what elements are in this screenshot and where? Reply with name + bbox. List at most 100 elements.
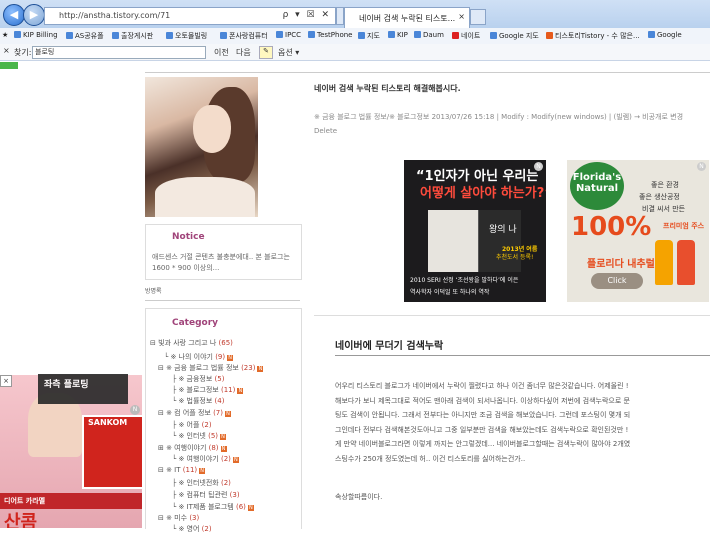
favorite-link[interactable]: KIP Billing <box>14 31 58 39</box>
status-badge <box>0 62 18 69</box>
favorite-icon <box>452 32 459 39</box>
favorite-icon <box>166 32 173 39</box>
browser-titlebar: ◀ ▶ http://anstha.tistory.com/71 ρ ▾ ☒ ✕… <box>0 0 710 28</box>
ad-info-icon[interactable]: N <box>697 162 706 171</box>
book-image <box>428 210 478 272</box>
favorite-icon <box>490 32 497 39</box>
favorite-link[interactable]: 폰사랑컴퓨터 <box>220 31 268 41</box>
floating-ad-close-button[interactable]: × <box>0 375 12 387</box>
highlight-icon[interactable]: ✎ <box>259 46 273 59</box>
floating-tooltip: 좌측 플로팅 <box>38 374 128 404</box>
notice-title: Notice <box>172 232 205 242</box>
category-item[interactable]: ⊞ ※ 여행이야기 (8) N <box>158 443 227 453</box>
favorite-link[interactable]: Google <box>648 31 682 39</box>
ad-headline: 어떻게 살아야 하는가?” <box>420 186 546 201</box>
new-badge: N <box>257 366 264 372</box>
category-item[interactable]: └ ※ 영어 (2) <box>172 524 212 534</box>
back-button[interactable]: ◀ <box>3 4 25 26</box>
favorite-link[interactable]: 출장게시판 <box>112 31 153 41</box>
favorites-star-icon[interactable]: ★ <box>2 31 8 39</box>
category-item[interactable]: ⊟ ※ 컴 어플 정보 (7) N <box>158 408 231 418</box>
ad-text: 좋은 환경 <box>651 181 679 189</box>
ad-footer: 역사학자 이덕일 또 하나의 역작 <box>410 289 490 296</box>
find-label: 찾기: <box>14 48 32 57</box>
category-item[interactable]: └ ※ 나의 이야기 (9) N <box>164 352 234 362</box>
favorite-link[interactable]: AS공유폴 <box>66 31 104 41</box>
new-badge: N <box>227 355 234 361</box>
notice-text[interactable]: 애드센스 거절 콘텐츠 불충분에대.. 본 블로그는 1600 * 900 이상… <box>152 252 297 274</box>
tab-close-button[interactable]: × <box>458 12 465 21</box>
juice-ad[interactable]: Florida's Natural 좋은 환경 좋은 생산공정 비결 씨서 만든… <box>567 160 709 302</box>
find-next-button[interactable]: 다음 <box>236 47 251 58</box>
bottle-image <box>677 240 695 285</box>
favorite-link[interactable]: Daum <box>414 31 444 39</box>
category-item[interactable]: ├ ※ 어플 (2) <box>172 420 212 430</box>
favorite-icon <box>388 31 395 38</box>
find-prev-button[interactable]: 이전 <box>214 47 229 58</box>
find-close-button[interactable]: × <box>3 46 10 55</box>
ad-bar: 디어트 카라멜 <box>0 493 142 509</box>
book-ad[interactable]: “1인자가 아닌 우리는 어떻게 살아야 하는가?” 왕의 나 2013년 여름… <box>404 160 546 302</box>
new-badge: N <box>237 388 244 394</box>
body-line: 어우리 티스토리 블로그가 네이버에서 누락이 찔렸다고 하나 이건 좀너무 많… <box>335 382 629 390</box>
favorite-icon <box>276 31 283 38</box>
favorite-icon <box>14 31 21 38</box>
post-meta-line[interactable]: ※ 금융 블로그 법률 정보/※ 블로그정보 2013/07/26 15:18 … <box>314 110 710 124</box>
new-tab-button[interactable] <box>470 9 486 25</box>
body-line: 팅도 검색이 안됩니다. 그래서 전부다는 아니지만 조금 검색을 해보았습니다… <box>335 411 631 420</box>
favorite-link[interactable]: 오토몰빌링 <box>166 31 207 41</box>
favorite-link[interactable]: 티스토리Tistory - 수 많은... <box>546 31 640 41</box>
favorite-icon <box>220 32 227 39</box>
ad-info-icon[interactable]: N <box>130 405 140 415</box>
divider <box>145 300 300 301</box>
category-item[interactable]: ⊟ ※ IT (11) N <box>158 466 206 474</box>
delete-link[interactable]: Delete <box>314 124 710 138</box>
post-meta: ※ 금융 블로그 법률 정보/※ 블로그정보 2013/07/26 15:18 … <box>314 110 710 138</box>
address-bar[interactable]: http://anstha.tistory.com/71 ρ ▾ ☒ ✕ <box>44 7 336 25</box>
category-item[interactable]: ⊟ ※ 금융 블로그 법률 정보 (23) N <box>158 363 264 373</box>
ad-big-text: 산콤 <box>4 512 38 528</box>
category-item[interactable]: ├ ※ 인터넷전화 (2) <box>172 478 231 488</box>
category-item[interactable]: ├ ※ 컴퓨터 팁관련 (3) <box>172 490 240 500</box>
post-title[interactable]: 네이버 검색 누락된 티스토리 해결해봅시다. <box>314 83 461 94</box>
category-item[interactable]: ⊟ ※ 미수 (3) <box>158 513 199 523</box>
category-item[interactable]: ├ ※ 블로그정보 (11) N <box>172 385 244 395</box>
favorite-link[interactable]: 지도 <box>358 31 380 41</box>
forward-icon: ▶ <box>29 8 39 21</box>
favorite-icon <box>648 31 655 38</box>
back-icon: ◀ <box>9 8 19 21</box>
category-item[interactable]: └ ※ 여행이야기 (2) N <box>172 454 239 464</box>
new-badge: N <box>220 446 227 452</box>
ad-click-button[interactable]: Click <box>591 273 643 289</box>
category-item[interactable]: ⊟ 빛과 사랑 그리고 나 (65) <box>150 338 233 348</box>
favorite-link[interactable]: KIP <box>388 31 408 39</box>
tab-title: 네이버 검색 누락된 티스토... <box>359 14 456 23</box>
tab-inactive[interactable] <box>336 7 344 25</box>
ad-footer: 2010 SERI 선정 ‘조선왕을 말하다’에 이은 <box>410 277 519 284</box>
ad-brand: SANKOM <box>88 418 128 427</box>
new-badge: N <box>225 411 231 417</box>
favorite-link[interactable]: 네이트 <box>452 31 480 41</box>
forward-button[interactable]: ▶ <box>23 4 45 26</box>
find-options-button[interactable]: 옵션 ▾ <box>278 47 299 58</box>
ad-text: 좋은 생산공정 <box>639 193 680 201</box>
favorite-link[interactable]: TestPhone <box>308 31 352 39</box>
address-controls[interactable]: ρ ▾ ☒ ✕ <box>283 10 331 20</box>
post-ending: 속상할따름이다. <box>335 493 383 501</box>
favorite-link[interactable]: IPCC <box>276 31 301 39</box>
favorite-icon <box>308 31 315 38</box>
find-input[interactable]: 블로팅 <box>32 46 206 59</box>
ad-info-icon[interactable]: N <box>534 162 543 171</box>
category-item[interactable]: └ ※ IT제품 블로그템 (6) N <box>172 502 254 512</box>
address-url[interactable]: http://anstha.tistory.com/71 <box>59 11 170 20</box>
category-item[interactable]: ├ ※ 금융정보 (5) <box>172 374 224 384</box>
category-item[interactable]: └ ※ 법률정보 (4) <box>172 396 224 406</box>
favorite-link[interactable]: Google 지도 <box>490 31 539 41</box>
new-badge: N <box>247 505 254 511</box>
tab-active[interactable]: 네이버 검색 누락된 티스토... × <box>344 7 470 28</box>
guestbook-link[interactable]: 방명록 <box>145 286 162 295</box>
category-title: Category <box>172 318 219 328</box>
post-body: 어우리 티스토리 블로그가 네이버에서 누락이 찔렸다고 하나 이건 좀너무 많… <box>335 379 710 467</box>
body-line: 게 만약 네이버블로그라면 이렇게 까지는 안그렇겠데... 네이버블로그할때는… <box>335 440 631 449</box>
category-item[interactable]: └ ※ 인터넷 (5) N <box>172 431 227 441</box>
